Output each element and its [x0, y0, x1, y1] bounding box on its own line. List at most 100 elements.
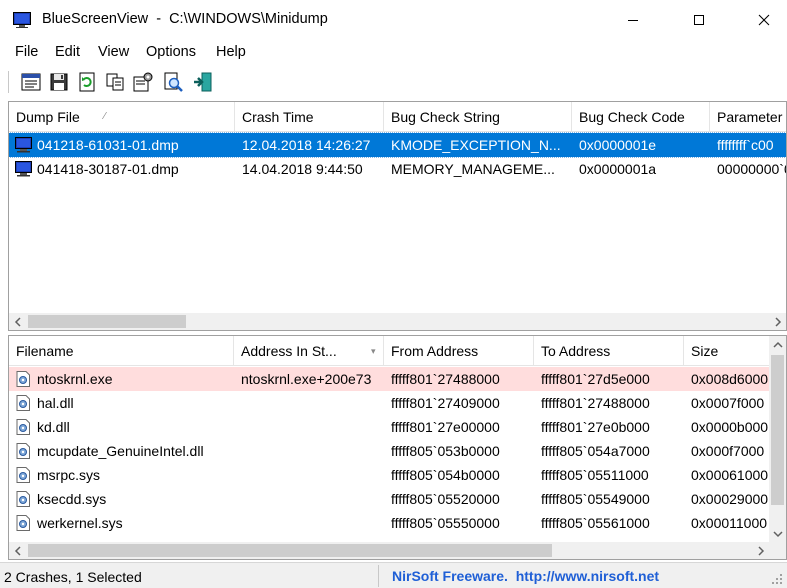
scroll-right-button[interactable]: [752, 542, 769, 559]
module-row[interactable]: ksecdd.sys fffff805`05520000 fffff805`05…: [9, 487, 769, 511]
app-monitor-icon: [13, 12, 31, 28]
crash-list-header: Dump File ⁄ Crash Time Bug Check String …: [9, 102, 786, 132]
properties-window-icon[interactable]: [20, 71, 42, 93]
column-header-bug-check-code[interactable]: Bug Check Code: [572, 102, 710, 132]
sort-arrow-icon: ⁄: [104, 111, 106, 122]
refresh-icon[interactable]: [76, 71, 98, 93]
crash-list-pane[interactable]: Dump File ⁄ Crash Time Bug Check String …: [8, 101, 787, 331]
column-header-dump-file[interactable]: Dump File ⁄: [9, 102, 235, 132]
scroll-right-button[interactable]: [769, 313, 786, 330]
to-address-cell: fffff805`05549000: [541, 491, 650, 507]
from-address-cell: fffff801`27e00000: [391, 419, 500, 435]
menu-edit[interactable]: Edit: [55, 44, 80, 60]
from-address-cell: fffff805`054b0000: [391, 467, 500, 483]
minimize-button[interactable]: [610, 0, 656, 40]
module-list-header: Filename Address In St... ▾ From Address…: [9, 336, 774, 366]
dump-file-cell: 041218-61031-01.dmp: [37, 137, 179, 153]
scroll-up-button[interactable]: [769, 336, 786, 353]
size-cell: 0x00061000: [691, 467, 769, 483]
module-row[interactable]: werkernel.sys fffff805`05550000 fffff805…: [9, 511, 769, 535]
from-address-cell: fffff805`05520000: [391, 491, 500, 507]
horizontal-scroll-thumb[interactable]: [28, 315, 186, 328]
module-list-vertical-scrollbar[interactable]: [769, 336, 786, 542]
chevron-up-icon: [772, 341, 783, 348]
vertical-scroll-thumb[interactable]: [771, 355, 784, 505]
to-address-cell: fffff801`27d5e000: [541, 371, 650, 387]
filename-cell: ksecdd.sys: [37, 491, 107, 507]
module-row[interactable]: ntoskrnl.exe ntoskrnl.exe+200e73 fffff80…: [9, 367, 769, 391]
size-cell: 0x000f7000: [691, 443, 765, 459]
save-disk-icon[interactable]: [48, 71, 70, 93]
crash-list-horizontal-scrollbar[interactable]: [9, 313, 786, 330]
chevron-right-icon: [757, 545, 764, 556]
maximize-icon: [694, 15, 704, 25]
bug-check-code-cell: 0x0000001e: [579, 137, 657, 153]
title-bar[interactable]: BlueScreenView - C:\WINDOWS\Minidump: [0, 0, 787, 40]
to-address-cell: fffff801`27e0b000: [541, 419, 650, 435]
menu-options[interactable]: Options: [146, 44, 196, 60]
menu-view[interactable]: View: [98, 44, 129, 60]
crash-time-cell: 12.04.2018 14:26:27: [242, 137, 371, 153]
bug-check-code-cell: 0x0000001a: [579, 161, 657, 177]
filename-cell: werkernel.sys: [37, 515, 123, 531]
horizontal-scroll-thumb[interactable]: [28, 544, 552, 557]
nirsoft-link[interactable]: NirSoft Freeware. http://www.nirsoft.net: [392, 568, 659, 584]
exit-icon[interactable]: [192, 71, 214, 93]
module-list-pane[interactable]: Filename Address In St... ▾ From Address…: [8, 335, 787, 560]
filename-cell: hal.dll: [37, 395, 74, 411]
size-cell: 0x00029000: [691, 491, 769, 507]
from-address-cell: fffff801`27488000: [391, 371, 500, 387]
crash-row[interactable]: 041218-61031-01.dmp 12.04.2018 14:26:27 …: [9, 132, 786, 158]
column-header-parameter[interactable]: Parameter: [710, 102, 786, 132]
status-separator: [378, 565, 379, 587]
module-row[interactable]: msrpc.sys fffff805`054b0000 fffff805`055…: [9, 463, 769, 487]
column-header-bug-check-string[interactable]: Bug Check String: [384, 102, 572, 132]
scroll-left-button[interactable]: [9, 313, 26, 330]
to-address-cell: fffff805`054a7000: [541, 443, 650, 459]
scroll-corner: [769, 542, 786, 559]
filename-cell: kd.dll: [37, 419, 70, 435]
toolbar-grip[interactable]: [8, 71, 11, 93]
size-cell: 0x0000b000: [691, 419, 769, 435]
column-header-address-in-stack[interactable]: Address In St... ▾: [234, 336, 384, 366]
address-in-stack-cell: [234, 415, 384, 439]
find-icon[interactable]: [162, 71, 184, 93]
bug-check-string-cell: MEMORY_MANAGEME...: [391, 161, 555, 177]
column-header-crash-time[interactable]: Crash Time: [235, 102, 384, 132]
column-header-from-address[interactable]: From Address: [384, 336, 534, 366]
column-header-filename[interactable]: Filename: [9, 336, 234, 366]
parameter-cell: 00000000`0: [717, 161, 786, 177]
scroll-down-button[interactable]: [769, 525, 786, 542]
module-row[interactable]: mcupdate_GenuineIntel.dll fffff805`053b0…: [9, 439, 769, 463]
sort-descending-icon: ▾: [371, 346, 376, 356]
menu-help[interactable]: Help: [216, 44, 246, 60]
from-address-cell: fffff801`27409000: [391, 395, 500, 411]
from-address-cell: fffff805`053b0000: [391, 443, 500, 459]
window-title: BlueScreenView - C:\WINDOWS\Minidump: [42, 11, 328, 27]
from-address-cell: fffff805`05550000: [391, 515, 500, 531]
toolbar: [0, 64, 787, 100]
module-row[interactable]: kd.dll fffff801`27e00000 fffff801`27e0b0…: [9, 415, 769, 439]
filename-cell: mcupdate_GenuineIntel.dll: [37, 443, 204, 459]
size-cell: 0x00011000: [691, 515, 768, 531]
filename-cell: msrpc.sys: [37, 467, 100, 483]
crash-row[interactable]: 041418-30187-01.dmp 14.04.2018 9:44:50 M…: [9, 157, 786, 181]
copy-icon[interactable]: [104, 71, 126, 93]
column-header-to-address[interactable]: To Address: [534, 336, 684, 366]
close-button[interactable]: [741, 0, 787, 40]
resize-grip-icon[interactable]: [770, 572, 784, 586]
menu-bar: File Edit View Options Help: [0, 40, 787, 64]
parameter-cell: ffffffff`c00: [717, 137, 774, 153]
size-cell: 0x008d6000: [691, 371, 769, 387]
chevron-right-icon: [774, 316, 781, 327]
chevron-left-icon: [14, 316, 21, 327]
scroll-left-button[interactable]: [9, 542, 26, 559]
module-list-horizontal-scrollbar[interactable]: [9, 542, 769, 559]
module-row[interactable]: hal.dll fffff801`27409000 fffff801`27488…: [9, 391, 769, 415]
maximize-button[interactable]: [676, 0, 722, 40]
menu-file[interactable]: File: [15, 44, 38, 60]
html-report-icon[interactable]: [132, 71, 154, 93]
chevron-left-icon: [14, 545, 21, 556]
column-header-size[interactable]: Size: [684, 336, 774, 366]
to-address-cell: fffff805`05511000: [541, 467, 649, 483]
